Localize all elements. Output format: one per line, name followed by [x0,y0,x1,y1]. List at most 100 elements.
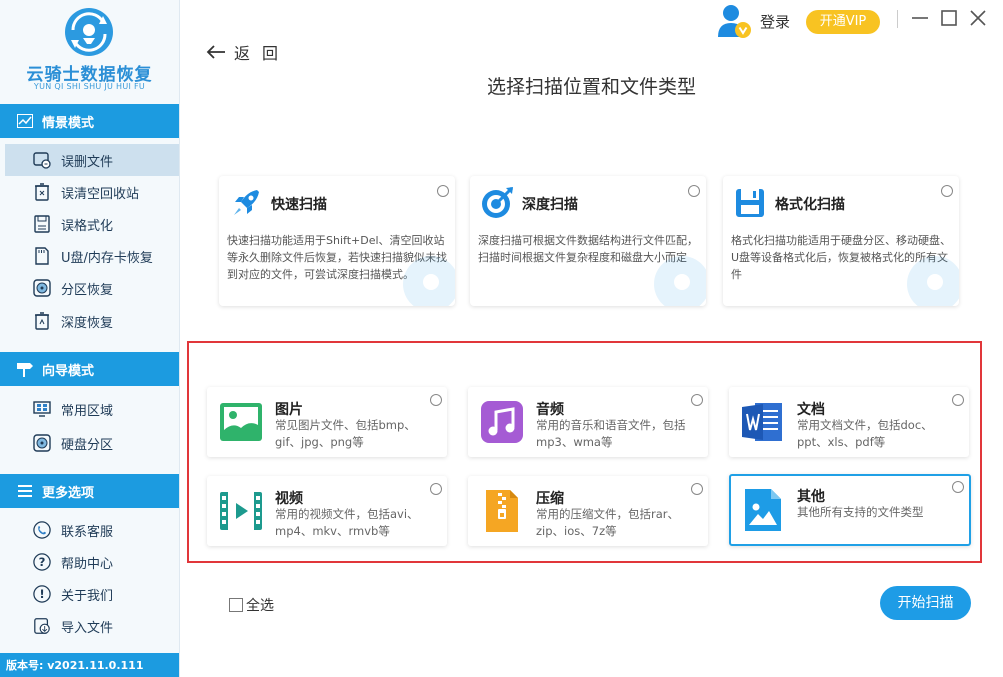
scan-mode-title: 深度扫描 [522,197,578,213]
scan-mode-radio[interactable] [688,185,700,197]
sidebar-item-about-us[interactable]: ! 关于我们 [5,578,179,610]
scan-mode-title: 格式化扫描 [775,197,845,213]
file-type-title: 音频 [536,402,564,418]
scan-mode-deep[interactable]: 深度扫描 深度扫描可根据文件数据结构进行文件匹配，扫描时间根据文件复杂程度和磁盘… [470,176,706,306]
sidebar-item-label: 误清空回收站 [61,186,140,202]
section-label: 向导模式 [42,363,95,379]
select-all-checkbox[interactable]: 全选 [229,595,274,615]
sidebar-item-disk-partition[interactable]: 硬盘分区 [5,427,179,459]
logo-icon [65,8,113,56]
sidebar-item-partition-recovery[interactable]: 分区恢复 [5,272,179,304]
file-type-title: 图片 [275,402,303,418]
file-type-radio[interactable] [430,394,442,406]
sidebar-item-label: 常用区域 [61,403,114,419]
rocket-icon [234,190,259,215]
arrow-left-icon [206,45,225,59]
deep-scan-icon [482,186,514,218]
file-type-desc: 常用文档文件，包括doc、ppt、xls、pdf等 [797,418,933,449]
scan-mode-radio[interactable] [437,185,449,197]
scan-mode-radio[interactable] [941,185,953,197]
app-logo: 云骑士数据恢复 YUN QI SHI SHU JU HUI FU [0,0,179,100]
sidebar-item-deleted-files[interactable]: 误删文件 [5,144,179,176]
app-window: 云骑士数据恢复 YUN QI SHI SHU JU HUI FU 情景模式 误删… [0,0,1003,677]
menu-icon [16,482,34,500]
file-type-radio[interactable] [952,394,964,406]
headset-icon [33,521,51,539]
zip-icon [486,490,518,532]
file-type-radio[interactable] [691,483,703,495]
help-icon: ? [33,553,51,571]
section-label: 情景模式 [42,115,95,131]
sidebar-item-recycle-bin[interactable]: 误清空回收站 [5,176,179,208]
format-icon [33,215,51,233]
sidebar-item-deep-recovery[interactable]: 深度恢复 [5,305,179,337]
back-button[interactable]: 返回 [206,40,290,64]
image-icon [220,403,262,441]
deep-recovery-icon [33,312,51,330]
minimize-icon[interactable] [910,8,930,28]
file-type-title: 视频 [275,491,303,507]
common-area-icon [33,400,51,418]
file-type-video[interactable]: 视频 常用的视频文件，包括avi、mp4、mkv、rmvb等 [207,476,447,546]
file-type-title: 压缩 [536,491,564,507]
signpost-icon [16,360,34,378]
scan-mode-title: 快速扫描 [271,197,327,213]
file-type-desc: 常用的音乐和语音文件，包括mp3、wma等 [536,418,686,449]
maximize-icon[interactable] [939,8,959,28]
watermark-logo-icon [907,256,959,306]
checkbox-box[interactable] [229,598,243,612]
sidebar-item-label: U盘/内存卡恢复 [61,250,153,266]
page-title: 选择扫描位置和文件类型 [486,76,696,98]
disk-partition-icon [33,434,51,452]
format-scan-icon [736,189,764,217]
sidebar-item-label: 分区恢复 [61,282,114,298]
login-link[interactable]: 登录 [760,11,790,32]
file-type-desc: 其他所有支持的文件类型 [797,505,924,519]
music-icon [481,401,523,443]
select-all-label: 全选 [246,598,274,614]
file-type-image[interactable]: 图片 常见图片文件、包括bmp、gif、jpg、png等 [207,387,447,457]
vip-button[interactable]: 开通VIP [806,10,880,34]
user-avatar-icon[interactable] [716,3,752,39]
svg-text:?: ? [39,555,46,569]
scan-mode-format[interactable]: 格式化扫描 格式化扫描功能适用于硬盘分区、移动硬盘、U盘等设备格式化后，恢复被格… [723,176,959,306]
file-type-radio[interactable] [952,481,964,493]
file-type-radio[interactable] [430,483,442,495]
svg-text:!: ! [39,587,44,601]
sidebar-item-label: 联系客服 [61,524,114,540]
close-icon[interactable] [968,8,988,28]
app-subtitle: YUN QI SHI SHU JU HUI FU [33,82,146,91]
sidebar-item-common-area[interactable]: 常用区域 [5,393,179,425]
sidebar: 云骑士数据恢复 YUN QI SHI SHU JU HUI FU 情景模式 误删… [0,0,180,677]
deleted-file-icon [33,151,51,169]
sidebar-item-label: 导入文件 [61,620,114,636]
sidebar-item-help-center[interactable]: ? 帮助中心 [5,546,179,578]
scene-icon [16,112,34,130]
header-divider [897,10,898,28]
start-scan-button[interactable]: 开始扫描 [880,586,971,620]
section-more-options: 更多选项 [0,474,179,508]
sidebar-item-usb-sd[interactable]: U盘/内存卡恢复 [5,240,179,272]
sidebar-item-label: 关于我们 [61,588,114,604]
sidebar-item-contact-support[interactable]: 联系客服 [5,514,179,546]
file-type-document[interactable]: 文档 常用文档文件，包括doc、ppt、xls、pdf等 [729,387,969,457]
video-icon [220,492,262,530]
other-file-icon [745,489,781,531]
version-label: 版本号: v2021.11.0.111 [0,653,179,677]
file-type-other[interactable]: 其他 其他所有支持的文件类型 [729,474,971,546]
info-icon: ! [33,585,51,603]
sidebar-item-label: 帮助中心 [61,556,114,572]
file-type-desc: 常用的压缩文件，包括rar、zip、ios、7z等 [536,507,680,538]
file-type-radio[interactable] [691,394,703,406]
file-type-archive[interactable]: 压缩 常用的压缩文件，包括rar、zip、ios、7z等 [468,476,708,546]
sidebar-item-label: 深度恢复 [61,315,114,331]
sidebar-item-format[interactable]: 误格式化 [5,208,179,240]
watermark-logo-icon [654,256,706,306]
watermark-logo-icon [403,256,455,306]
back-label: 返回 [234,44,291,63]
scan-mode-quick[interactable]: 快速扫描 快速扫描功能适用于Shift+Del、清空回收站等永久删除文件后恢复，… [219,176,455,306]
recycle-bin-icon [33,183,51,201]
file-type-audio[interactable]: 音频 常用的音乐和语音文件，包括mp3、wma等 [468,387,708,457]
sidebar-item-import-file[interactable]: 导入文件 [5,610,179,642]
file-type-desc: 常用的视频文件，包括avi、mp4、mkv、rmvb等 [275,507,419,538]
